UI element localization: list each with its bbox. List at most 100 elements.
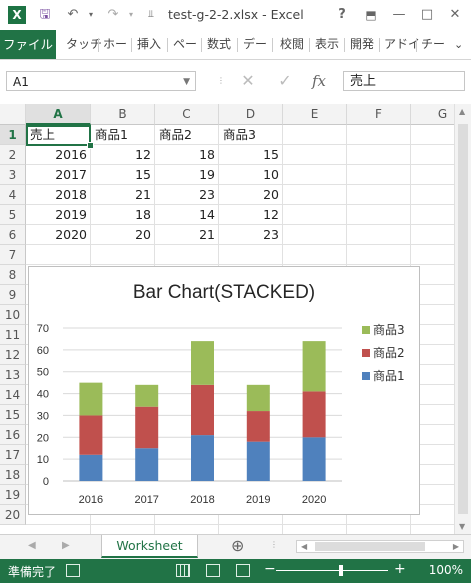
cell-d3[interactable]: 10	[219, 165, 283, 185]
cell-c3[interactable]: 19	[155, 165, 219, 185]
enter-icon[interactable]: ✓	[272, 71, 298, 91]
row-header[interactable]: 14	[0, 385, 26, 405]
cell-b6[interactable]: 20	[91, 225, 155, 245]
horizontal-scroll-thumb[interactable]	[315, 542, 425, 551]
fill-handle[interactable]	[87, 142, 94, 149]
minimize-button[interactable]: —	[390, 6, 408, 24]
ribbon-display-icon[interactable]: ⬒	[362, 6, 380, 24]
scroll-left-icon[interactable]: ◀	[301, 541, 307, 552]
tab-review[interactable]: 校閲	[280, 30, 304, 59]
undo-icon[interactable]: ↶	[64, 6, 82, 24]
cell-d1[interactable]: 商品3	[219, 125, 283, 145]
macro-record-icon[interactable]	[66, 564, 80, 577]
cell-a5[interactable]: 2019	[26, 205, 91, 225]
cell-a4[interactable]: 2018	[26, 185, 91, 205]
select-all-corner[interactable]	[0, 104, 26, 125]
cell-c1[interactable]: 商品2	[155, 125, 219, 145]
tab-formulas[interactable]: 数式	[207, 30, 231, 59]
tab-insert[interactable]: 挿入	[137, 30, 161, 59]
cell-a2[interactable]: 2016	[26, 145, 91, 165]
sheet-scroll-left-icon[interactable]: ◀	[28, 540, 36, 551]
customize-toolbar-icon[interactable]: ⫫	[142, 6, 160, 24]
row-header[interactable]: 9	[0, 285, 26, 305]
row-header[interactable]: 18	[0, 465, 26, 485]
column-header-b[interactable]: B	[91, 104, 155, 125]
add-sheet-button[interactable]: ⊕	[231, 536, 244, 555]
tab-developer[interactable]: 開発	[350, 30, 374, 59]
scroll-down-icon[interactable]: ▼	[459, 522, 465, 531]
formula-input[interactable]: 売上	[343, 71, 465, 91]
cell-d5[interactable]: 12	[219, 205, 283, 225]
cell-d2[interactable]: 15	[219, 145, 283, 165]
ribbon-expand-icon[interactable]: ⌄	[454, 30, 463, 59]
row-header[interactable]: 11	[0, 325, 26, 345]
cell-d4[interactable]: 20	[219, 185, 283, 205]
undo-dropdown-icon[interactable]: ▾	[82, 6, 100, 24]
tab-home[interactable]: ホー	[103, 30, 127, 59]
row-header[interactable]: 5	[0, 205, 26, 225]
page-layout-view-icon[interactable]	[206, 564, 220, 577]
tab-page-layout[interactable]: ペー	[173, 30, 197, 59]
row-header[interactable]: 17	[0, 445, 26, 465]
cell-a6[interactable]: 2020	[26, 225, 91, 245]
scroll-right-icon[interactable]: ▶	[453, 541, 459, 552]
cell-b2[interactable]: 12	[91, 145, 155, 165]
page-break-view-icon[interactable]	[236, 564, 250, 577]
cell-b1[interactable]: 商品1	[91, 125, 155, 145]
name-box[interactable]: A1 ▼	[6, 71, 196, 91]
row-header[interactable]: 12	[0, 345, 26, 365]
zoom-slider-track[interactable]	[276, 570, 388, 571]
row-header[interactable]: 6	[0, 225, 26, 245]
scroll-up-icon[interactable]: ▲	[459, 107, 465, 116]
zoom-out-button[interactable]: −	[264, 561, 276, 577]
close-button[interactable]: ✕	[446, 6, 464, 24]
row-header[interactable]: 8	[0, 265, 26, 285]
cell-c2[interactable]: 18	[155, 145, 219, 165]
row-header[interactable]: 15	[0, 405, 26, 425]
row-header[interactable]: 3	[0, 165, 26, 185]
row-header[interactable]: 7	[0, 245, 26, 265]
normal-view-icon[interactable]	[176, 564, 190, 577]
tab-view[interactable]: 表示	[315, 30, 339, 59]
chevron-down-icon[interactable]: ▼	[183, 72, 190, 92]
sheet-scroll-right-icon[interactable]: ▶	[62, 540, 70, 551]
sheet-tab-worksheet[interactable]: Worksheet	[101, 535, 198, 558]
help-button[interactable]: ?	[333, 6, 351, 24]
cell-b4[interactable]: 21	[91, 185, 155, 205]
zoom-slider-thumb[interactable]	[339, 565, 343, 576]
cell-c4[interactable]: 23	[155, 185, 219, 205]
vertical-scrollbar[interactable]: ▲ ▼	[454, 104, 471, 534]
row-header[interactable]: 4	[0, 185, 26, 205]
cell-c5[interactable]: 14	[155, 205, 219, 225]
row-header[interactable]: 10	[0, 305, 26, 325]
stacked-bar-chart[interactable]: Bar Chart(STACKED) 0 10 20 30 40 50 60 70 2016 201…	[28, 266, 420, 515]
row-header[interactable]: 2	[0, 145, 26, 165]
horizontal-scrollbar[interactable]: ◀ ▶	[296, 540, 464, 553]
row-header[interactable]: 1	[0, 125, 26, 145]
formula-bar-grip-icon[interactable]: ⋮	[208, 71, 234, 91]
redo-dropdown-icon[interactable]: ▾	[122, 6, 140, 24]
insert-function-button[interactable]: fx	[306, 71, 332, 91]
zoom-in-button[interactable]: +	[394, 561, 406, 577]
row-header[interactable]: 20	[0, 505, 26, 525]
row-header[interactable]: 13	[0, 365, 26, 385]
restore-button[interactable]: □	[418, 6, 436, 24]
save-icon[interactable]: 🖫	[36, 6, 54, 24]
tab-addins[interactable]: アドイ	[384, 30, 420, 59]
tab-data[interactable]: デー	[243, 30, 267, 59]
column-header-g[interactable]: G	[411, 104, 454, 125]
column-header-c[interactable]: C	[155, 104, 219, 125]
cancel-icon[interactable]: ✕	[235, 71, 261, 91]
zoom-level[interactable]: 100%	[429, 563, 463, 577]
column-header-e[interactable]: E	[283, 104, 347, 125]
cell-b3[interactable]: 15	[91, 165, 155, 185]
tab-touch[interactable]: タッチ	[66, 30, 102, 59]
row-header[interactable]: 19	[0, 485, 26, 505]
cell-c6[interactable]: 21	[155, 225, 219, 245]
tab-team[interactable]: チー	[421, 30, 445, 59]
cell-b5[interactable]: 18	[91, 205, 155, 225]
cell-a3[interactable]: 2017	[26, 165, 91, 185]
row-header[interactable]: 16	[0, 425, 26, 445]
vertical-scroll-thumb[interactable]	[458, 124, 468, 514]
cell-d6[interactable]: 23	[219, 225, 283, 245]
